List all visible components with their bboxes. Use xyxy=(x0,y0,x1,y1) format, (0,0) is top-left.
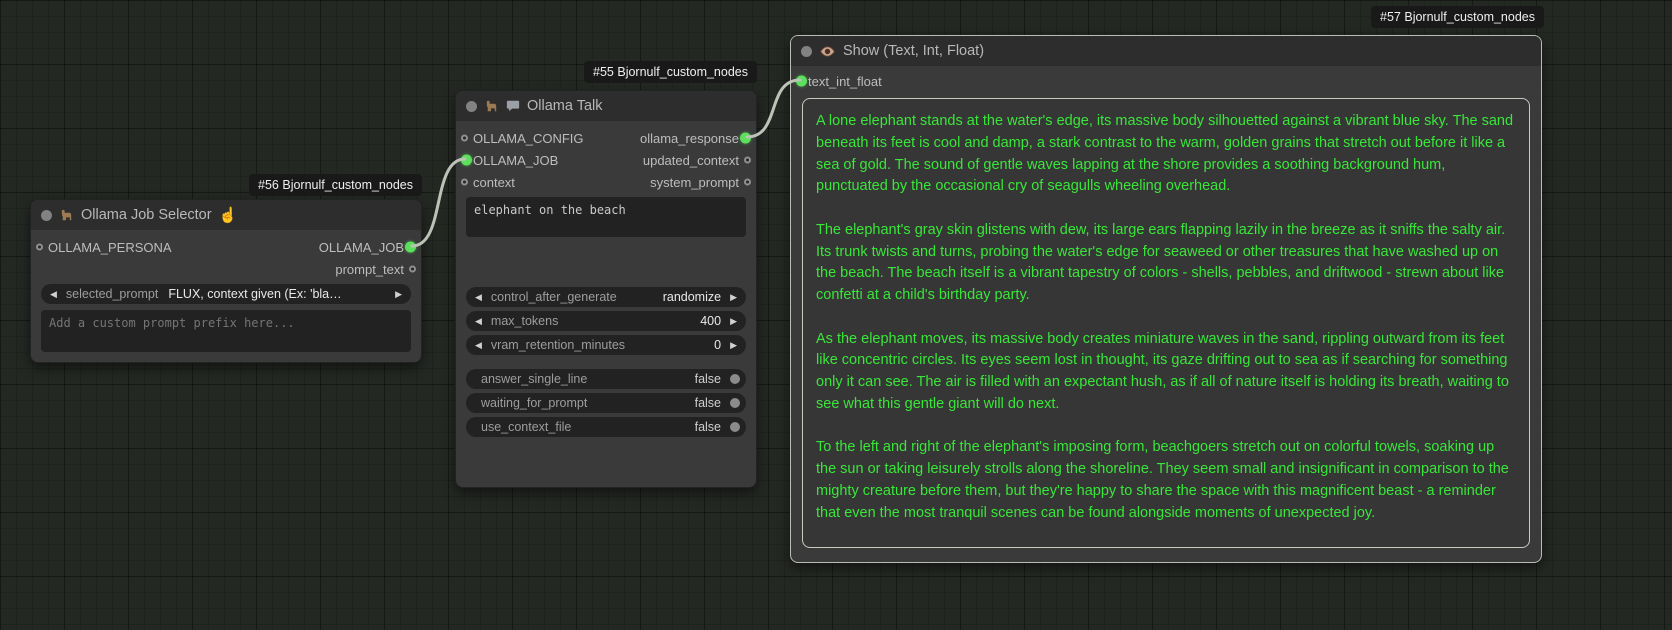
output-socket-system-prompt[interactable] xyxy=(744,179,751,186)
input-socket-context[interactable] xyxy=(461,179,468,186)
output-socket-prompt-text[interactable] xyxy=(409,266,416,273)
combo-next-icon[interactable]: ▶ xyxy=(730,317,737,326)
combo-value: 0 xyxy=(714,338,721,352)
input-label: OLLAMA_JOB xyxy=(473,153,558,168)
combo-next-icon[interactable]: ▶ xyxy=(730,293,737,302)
output-socket-ollama-job[interactable] xyxy=(405,242,416,253)
input-socket-ollama-config[interactable] xyxy=(461,135,468,142)
combo-label: control_after_generate xyxy=(491,290,617,304)
toggle-dot-icon[interactable] xyxy=(730,398,740,408)
combo-next-icon[interactable]: ▶ xyxy=(730,341,737,350)
combo-prev-icon[interactable]: ◀ xyxy=(475,293,482,302)
combo-prev-icon[interactable]: ◀ xyxy=(475,317,482,326)
toggle-label: answer_single_line xyxy=(481,372,587,386)
vram-retention-stepper[interactable]: ◀ vram_retention_minutes 0 ▶ xyxy=(466,335,746,355)
slot-row: OLLAMA_JOB updated_context xyxy=(456,149,756,171)
output-label: prompt_text xyxy=(335,262,404,277)
selected-prompt-combo[interactable]: ◀ selected_prompt FLUX, context given (E… xyxy=(41,284,411,304)
input-label: text_int_float xyxy=(808,74,882,89)
node-title-bar[interactable]: Ollama Talk xyxy=(456,91,756,121)
combo-label: vram_retention_minutes xyxy=(491,338,625,352)
output-socket-updated-context[interactable] xyxy=(744,157,751,164)
input-label: context xyxy=(473,175,515,190)
output-label: system_prompt xyxy=(650,175,739,190)
slot-row: context system_prompt xyxy=(456,171,756,193)
pointing-up-icon: ☝ xyxy=(219,208,238,223)
toggle-dot-icon[interactable] xyxy=(730,374,740,384)
collapse-dot[interactable] xyxy=(801,46,812,57)
node-title: Ollama Job Selector xyxy=(81,207,212,223)
output-label: ollama_response xyxy=(640,131,739,146)
use-context-file-toggle[interactable]: use_context_file false xyxy=(466,417,746,437)
collapse-dot[interactable] xyxy=(466,101,477,112)
combo-value: 400 xyxy=(700,314,721,328)
node-title: Show (Text, Int, Float) xyxy=(843,43,984,59)
toggle-label: use_context_file xyxy=(481,420,571,434)
node-title-bar[interactable]: Ollama Job Selector ☝ xyxy=(31,200,421,230)
combo-prev-icon[interactable]: ◀ xyxy=(50,290,57,299)
llama-icon xyxy=(59,208,74,223)
toggle-label: waiting_for_prompt xyxy=(481,396,587,410)
llama-icon xyxy=(484,99,499,114)
input-socket-text-int-float[interactable] xyxy=(796,76,807,87)
toggle-value: false xyxy=(695,372,721,386)
answer-single-line-toggle[interactable]: answer_single_line false xyxy=(466,369,746,389)
input-socket-ollama-job[interactable] xyxy=(461,155,472,166)
node-graph-canvas[interactable]: #56 Bjornulf_custom_nodes #55 Bjornulf_c… xyxy=(0,0,1672,630)
node-title: Ollama Talk xyxy=(527,98,602,114)
user-prompt-textarea[interactable]: elephant on the beach xyxy=(466,197,746,237)
node-title-bar[interactable]: Show (Text, Int, Float) xyxy=(791,36,1541,66)
slot-row: OLLAMA_PERSONA OLLAMA_JOB xyxy=(31,236,421,258)
node-badge-55: #55 Bjornulf_custom_nodes xyxy=(584,61,757,83)
speech-balloon-icon xyxy=(506,99,520,113)
prompt-prefix-textarea[interactable]: Add a custom prompt prefix here... xyxy=(41,310,411,352)
slot-row: text_int_float xyxy=(791,70,1541,92)
slot-row: OLLAMA_CONFIG ollama_response xyxy=(456,127,756,149)
control-after-generate-combo[interactable]: ◀ control_after_generate randomize ▶ xyxy=(466,287,746,307)
node-show-text[interactable]: Show (Text, Int, Float) text_int_float A… xyxy=(790,35,1542,563)
toggle-value: false xyxy=(695,420,721,434)
node-ollama-talk[interactable]: Ollama Talk OLLAMA_CONFIG ollama_respons… xyxy=(455,90,757,488)
node-badge-56: #56 Bjornulf_custom_nodes xyxy=(249,174,422,196)
show-text-output[interactable]: A lone elephant stands at the water's ed… xyxy=(802,98,1530,548)
combo-next-icon[interactable]: ▶ xyxy=(395,290,402,299)
toggle-value: false xyxy=(695,396,721,410)
node-spacer xyxy=(456,355,756,365)
node-badge-57: #57 Bjornulf_custom_nodes xyxy=(1371,6,1544,28)
collapse-dot[interactable] xyxy=(41,210,52,221)
node-spacer xyxy=(456,237,756,283)
combo-label: max_tokens xyxy=(491,314,558,328)
output-socket-ollama-response[interactable] xyxy=(740,133,751,144)
slot-row: prompt_text xyxy=(31,258,421,280)
output-label: OLLAMA_JOB xyxy=(319,240,404,255)
input-label: OLLAMA_CONFIG xyxy=(473,131,584,146)
waiting-for-prompt-toggle[interactable]: waiting_for_prompt false xyxy=(466,393,746,413)
output-label: updated_context xyxy=(643,153,739,168)
input-socket-ollama-persona[interactable] xyxy=(36,244,43,251)
eye-icon xyxy=(819,43,836,60)
max-tokens-stepper[interactable]: ◀ max_tokens 400 ▶ xyxy=(466,311,746,331)
node-ollama-job-selector[interactable]: Ollama Job Selector ☝ OLLAMA_PERSONA OLL… xyxy=(30,199,422,363)
input-label: OLLAMA_PERSONA xyxy=(48,240,172,255)
combo-value: FLUX, context given (Ex: 'bla… xyxy=(168,287,389,301)
toggle-dot-icon[interactable] xyxy=(730,422,740,432)
combo-value: randomize xyxy=(663,290,721,304)
combo-prev-icon[interactable]: ◀ xyxy=(475,341,482,350)
combo-label: selected_prompt xyxy=(66,287,158,301)
